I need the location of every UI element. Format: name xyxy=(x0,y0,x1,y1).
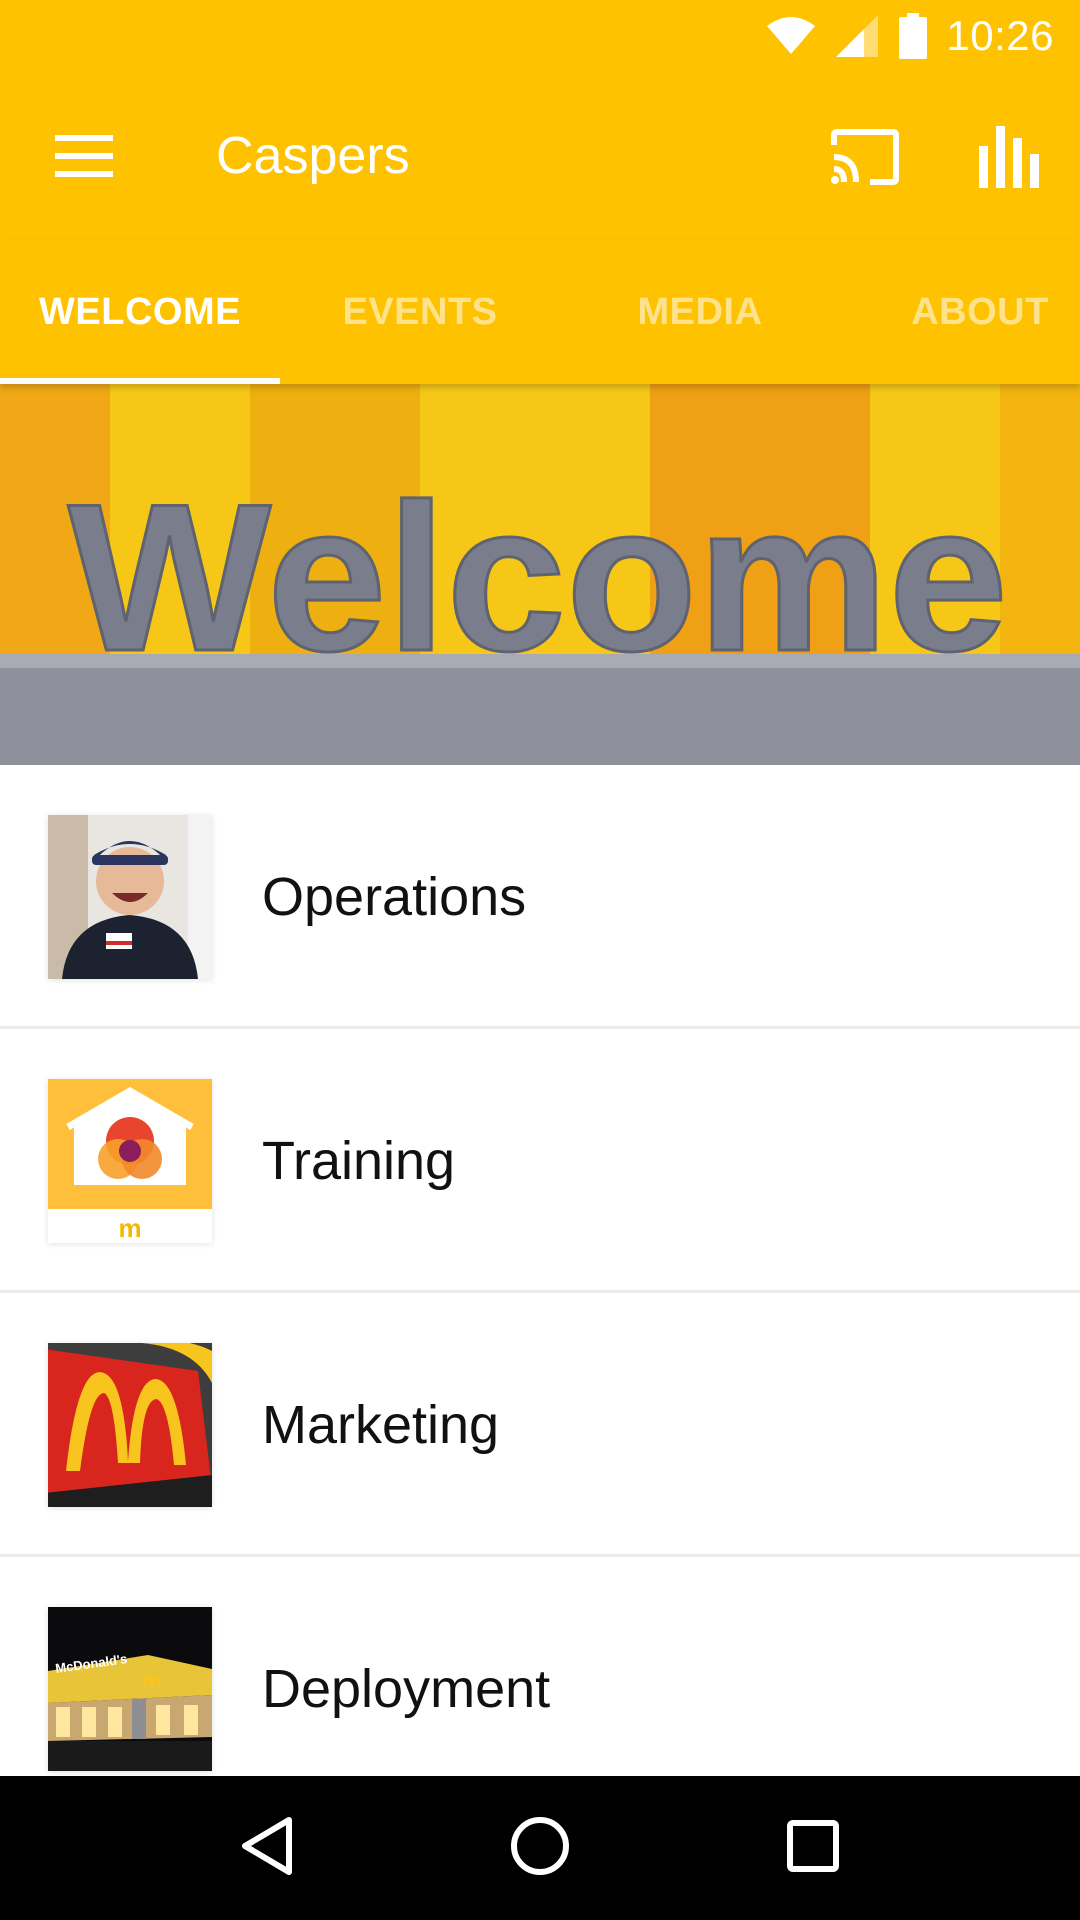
wifi-icon xyxy=(766,16,816,56)
tab-bar: WELCOME EVENTS MEDIA ABOUT xyxy=(0,240,1080,384)
app-title: Caspers xyxy=(216,127,410,185)
hamburger-menu-icon xyxy=(55,134,113,182)
recents-icon xyxy=(787,1819,840,1877)
back-button[interactable] xyxy=(207,1788,327,1908)
employee-photo xyxy=(48,815,212,979)
home-icon xyxy=(510,1816,570,1881)
stats-button[interactable] xyxy=(964,114,1054,204)
list-item-marketing[interactable]: Marketing xyxy=(0,1293,1080,1557)
home-button[interactable] xyxy=(480,1788,600,1908)
status-bar: 10:26 xyxy=(0,0,1080,72)
system-nav-bar xyxy=(0,1776,1080,1920)
welcome-banner: Welcome xyxy=(0,384,1080,765)
welcome-banner-text: Welcome xyxy=(68,460,1008,695)
golden-arches-sign xyxy=(48,1343,212,1507)
training-house-logo: m xyxy=(48,1079,212,1243)
tab-indicator xyxy=(0,378,280,384)
cast-button[interactable] xyxy=(820,114,910,204)
list-item-operations[interactable]: Operations xyxy=(0,765,1080,1029)
section-list: Operations m Training Marketing McDonald… xyxy=(0,765,1080,1821)
list-item-label: Training xyxy=(262,1131,456,1191)
mcdonalds-m-logo: m xyxy=(118,1213,141,1243)
list-item-label: Marketing xyxy=(262,1395,500,1455)
app-bar: Caspers xyxy=(0,72,1080,240)
menu-button[interactable] xyxy=(40,118,128,198)
list-item-training[interactable]: m Training xyxy=(0,1029,1080,1293)
app-screen: 10:26 Caspers WELCOME EVENTS MEDIA ABOUT… xyxy=(0,0,1080,1920)
battery-icon xyxy=(898,13,928,59)
bar-chart-icon xyxy=(979,125,1039,193)
recents-button[interactable] xyxy=(753,1788,873,1908)
cell-signal-icon xyxy=(834,13,880,59)
back-icon xyxy=(239,1816,295,1881)
tab-welcome[interactable]: WELCOME xyxy=(0,240,280,384)
tab-media[interactable]: MEDIA xyxy=(560,240,840,384)
tab-events[interactable]: EVENTS xyxy=(280,240,560,384)
status-time: 10:26 xyxy=(946,12,1054,59)
tab-about[interactable]: ABOUT xyxy=(840,240,1080,384)
restaurant-night-photo: McDonald's xyxy=(48,1607,212,1771)
cast-icon xyxy=(830,128,900,190)
list-item-label: Operations xyxy=(262,867,527,927)
